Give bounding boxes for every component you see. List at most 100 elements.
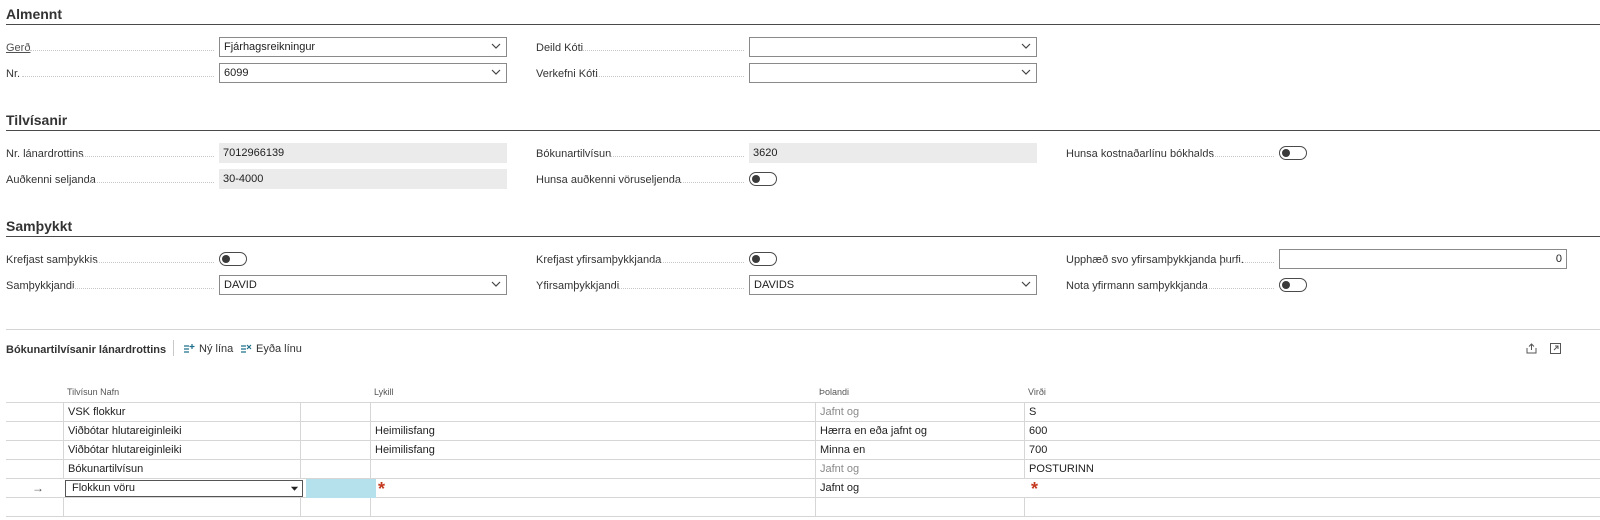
table-row-empty[interactable] (6, 498, 1600, 517)
dept-label: Deild Kóti (536, 42, 584, 54)
section-references-title[interactable]: Tilvísanir (6, 112, 67, 128)
amount-super-label: Upphæð svo yfirsamþykkjanda þurfi. (1066, 254, 1244, 266)
row-handle[interactable] (6, 460, 63, 479)
leader-dots (582, 50, 744, 51)
table-row[interactable]: Bókunartilvísun Jafnt og POSTURINN (6, 460, 1600, 479)
type-label[interactable]: Gerð (6, 42, 30, 54)
cell-key[interactable] (370, 460, 815, 479)
cell-operator[interactable]: Jafnt og (815, 403, 1024, 422)
cell-blank[interactable] (300, 460, 370, 479)
leader-dots (594, 76, 744, 77)
section-approval-title[interactable]: Samþykkt (6, 218, 72, 234)
share-icon[interactable] (1525, 342, 1538, 355)
cell-value[interactable]: 600 (1024, 422, 1600, 441)
toolbar-separator (173, 340, 174, 356)
cell-name[interactable]: Viðbótar hlutareiginleiki (63, 441, 300, 460)
name-dropdown[interactable]: Flokkun vöru (65, 480, 303, 497)
new-line-button[interactable]: Ný lína (183, 343, 233, 355)
section-divider (6, 236, 1600, 237)
row-handle[interactable] (6, 441, 63, 460)
cell-operator[interactable]: Minna en (815, 441, 1024, 460)
leader-dots (1192, 288, 1274, 289)
chevron-down-icon (1021, 281, 1031, 287)
section-divider (6, 130, 1600, 131)
name-dropdown-value: Flokkun vöru (72, 482, 135, 494)
project-select[interactable] (749, 63, 1037, 83)
amount-super-input[interactable]: 0 (1279, 249, 1567, 269)
table-row[interactable]: VSK flokkur Jafnt og S (6, 403, 1600, 422)
cell-operator[interactable]: Jafnt og (815, 479, 1024, 498)
delete-line-label: Eyða línu (256, 343, 302, 355)
leader-dots (612, 288, 744, 289)
toggle-knob (752, 175, 760, 183)
chevron-down-icon (491, 43, 501, 49)
ignore-cost-line-toggle[interactable] (1279, 146, 1307, 160)
cell-name[interactable]: Bókunartilvísun (63, 460, 300, 479)
row-handle[interactable] (6, 498, 63, 517)
cell-key[interactable]: Heimilisfang (370, 422, 815, 441)
new-line-label: Ný lína (199, 343, 234, 355)
cell-blank[interactable] (300, 422, 370, 441)
chevron-down-icon (1021, 69, 1031, 75)
table-row[interactable]: Viðbótar hlutareiginleiki Heimilisfang H… (6, 422, 1600, 441)
no-label: Nr. (6, 68, 21, 80)
require-super-toggle[interactable] (749, 252, 777, 266)
cell-value[interactable]: S (1024, 403, 1600, 422)
expand-icon[interactable] (1549, 342, 1562, 355)
toggle-knob (752, 255, 760, 263)
posting-ref-field: 3620 (749, 143, 1037, 163)
cell-name[interactable]: VSK flokkur (63, 403, 300, 422)
row-handle[interactable] (6, 422, 63, 441)
row-handle[interactable]: → (6, 479, 63, 498)
lines-grid: VSK flokkur Jafnt og S Viðbótar hlutarei… (6, 402, 1600, 517)
seller-id-field: 30-4000 (219, 169, 507, 189)
section-general-title[interactable]: Almennt (6, 6, 62, 22)
lines-part-title[interactable]: Bókunartilvísanir lánardrottins (6, 344, 166, 356)
table-row-active[interactable]: → Flokkun vöru * Jafnt og * (6, 479, 1600, 498)
chevron-down-icon (1021, 43, 1031, 49)
col-header-operator[interactable]: Þolandi (819, 387, 849, 397)
cell-value[interactable] (1024, 498, 1600, 517)
col-header-name[interactable]: Tilvísun Nafn (67, 387, 119, 397)
leader-dots (1222, 262, 1274, 263)
use-manager-label: Nota yfirmann samþykkjanda (1066, 280, 1208, 292)
delete-line-button[interactable]: Eyða línu (240, 343, 302, 355)
leader-dots (22, 76, 214, 77)
table-row[interactable]: Viðbótar hlutareiginleiki Heimilisfang M… (6, 441, 1600, 460)
cell-key[interactable] (370, 498, 815, 517)
super-approver-select[interactable]: DAVIDS (749, 275, 1037, 295)
cell-value[interactable]: 700 (1024, 441, 1600, 460)
cell-blank[interactable] (300, 498, 370, 517)
ignore-seller-id-toggle[interactable] (749, 172, 777, 186)
vendor-no-label: Nr. lánardrottins (6, 148, 84, 160)
chevron-down-icon (491, 69, 501, 75)
col-header-value[interactable]: Virði (1028, 387, 1046, 397)
use-manager-toggle[interactable] (1279, 278, 1307, 292)
row-handle[interactable] (6, 403, 63, 422)
toggle-knob (222, 255, 230, 263)
dept-select[interactable] (749, 37, 1037, 57)
cell-value[interactable]: POSTURINN (1024, 460, 1600, 479)
type-value: Fjárhagsreikningur (224, 41, 316, 53)
type-select[interactable]: Fjárhagsreikningur (219, 37, 507, 57)
require-approval-toggle[interactable] (219, 252, 247, 266)
cell-operator[interactable] (815, 498, 1024, 517)
super-approver-label: Yfirsamþykkjandi (536, 280, 620, 292)
cell-key[interactable]: Heimilisfang (370, 441, 815, 460)
cell-blank[interactable] (300, 441, 370, 460)
cell-key[interactable] (370, 403, 815, 422)
selected-cell-highlight[interactable] (306, 479, 376, 498)
new-line-icon (184, 344, 195, 353)
cell-name[interactable]: Viðbótar hlutareiginleiki (63, 422, 300, 441)
cell-operator[interactable]: Jafnt og (815, 460, 1024, 479)
require-super-label: Krefjast yfirsamþykkjanda (536, 254, 662, 266)
cell-name[interactable] (63, 498, 300, 517)
cell-blank[interactable] (300, 403, 370, 422)
ignore-cost-line-label: Hunsa kostnaðarlínu bókhalds (1066, 148, 1214, 160)
chevron-down-icon (491, 281, 501, 287)
col-header-key[interactable]: Lykill (374, 387, 394, 397)
approver-select[interactable]: DAVID (219, 275, 507, 295)
no-select[interactable]: 6099 (219, 63, 507, 83)
required-key-mark: * (378, 479, 386, 499)
cell-operator[interactable]: Hærra en eða jafnt og (815, 422, 1024, 441)
